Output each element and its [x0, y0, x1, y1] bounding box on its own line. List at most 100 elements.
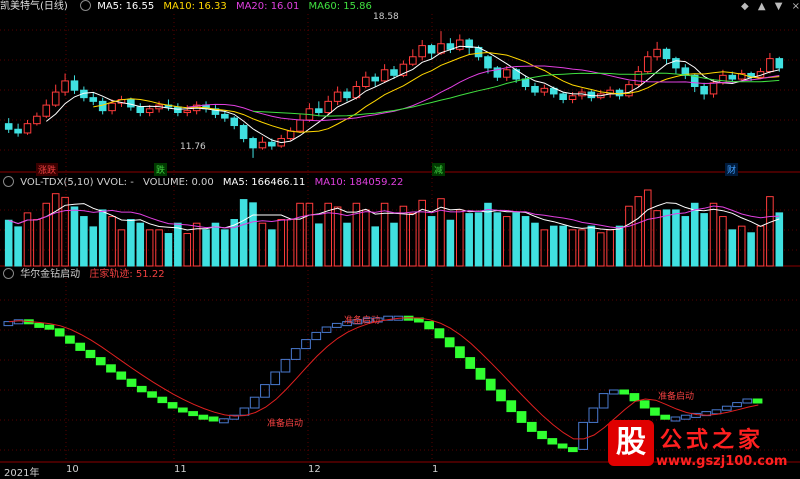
event-tag[interactable]: 跌: [154, 163, 168, 176]
candle: [258, 141, 267, 149]
indicator-block: [485, 378, 496, 391]
indicator-block: [44, 324, 55, 330]
watermark-logo: 股: [608, 420, 654, 466]
volume-bar: [747, 232, 755, 267]
candle: [455, 39, 464, 50]
volume-bar: [690, 202, 699, 267]
event-tag[interactable]: 财: [725, 163, 739, 176]
indicator-block: [742, 398, 753, 404]
x-axis-label: 1: [432, 464, 439, 475]
volume-bar: [455, 209, 464, 267]
volume-bar: [756, 225, 765, 267]
candle: [268, 141, 276, 147]
volume-bar: [531, 222, 539, 267]
high-price-label: 18.58: [373, 12, 399, 22]
indicator-settings-icon[interactable]: [3, 268, 14, 279]
indicator-block: [444, 337, 455, 348]
volume-bar: [700, 213, 708, 267]
volume-bar: [709, 202, 718, 267]
indicator-block: [455, 346, 465, 359]
indicator-block: [321, 326, 332, 333]
indicator-block: [496, 389, 506, 402]
volume-bar: [4, 219, 13, 267]
indicator-block: [95, 357, 106, 366]
volume-bar: [315, 223, 323, 267]
candle: [70, 80, 79, 91]
candle: [23, 123, 32, 134]
volume-bar: [615, 225, 624, 267]
candle: [127, 99, 135, 108]
volume-bar: [89, 226, 98, 267]
candle: [333, 91, 342, 102]
candle: [502, 69, 511, 78]
volume-bar: [446, 219, 455, 267]
indicator-block: [465, 357, 476, 369]
candle: [719, 74, 727, 84]
candle: [286, 130, 295, 140]
volume-title: VOL-TDX(5,10) VVOL: -: [20, 177, 134, 188]
indicator-block: [506, 400, 517, 413]
ma10-label: MA10: 16.33: [163, 1, 227, 12]
volume-bar: [728, 229, 737, 267]
indicator-block: [260, 384, 270, 398]
indicator-block: [619, 389, 630, 395]
x-axis-label: 2021年: [4, 468, 40, 479]
down-arrow-icon[interactable]: ▼: [775, 1, 783, 12]
candle: [625, 84, 633, 97]
diamond-icon[interactable]: ◆: [741, 1, 749, 12]
volume-bar: [80, 216, 88, 267]
volume-bar: [202, 229, 210, 267]
indicator-block: [106, 364, 116, 373]
event-tag[interactable]: 涨跌: [36, 163, 59, 176]
volume-bar: [108, 216, 116, 267]
candle: [634, 71, 643, 86]
watermark-title: 公式之家: [660, 427, 765, 453]
close-icon[interactable]: ×: [792, 1, 800, 12]
volume-bar: [390, 222, 398, 267]
candle: [672, 58, 680, 69]
candle: [230, 117, 239, 127]
volume-bar: [427, 216, 436, 267]
indicator-block: [650, 407, 660, 416]
candle: [145, 108, 154, 114]
volume-bar: [409, 213, 417, 267]
indicator-title: 华尔金钻启动: [20, 269, 81, 280]
indicator-block: [680, 414, 691, 420]
signal-label: 准备启动: [344, 316, 381, 326]
settings-icon[interactable]: [80, 0, 91, 11]
volume-settings-icon[interactable]: [3, 176, 14, 187]
volume-bar: [343, 222, 351, 267]
indicator-block: [219, 418, 229, 424]
candle: [174, 106, 182, 114]
candle: [4, 123, 13, 130]
x-axis-label: 11: [174, 464, 187, 475]
indicator-block: [208, 416, 219, 422]
indicator-block: [34, 322, 45, 328]
volume-bar: [296, 202, 304, 267]
indicator-block: [301, 339, 311, 350]
volume-bar: [371, 226, 379, 267]
candle: [709, 82, 718, 95]
candle: [521, 78, 530, 87]
volume-bar: [221, 229, 229, 267]
indicator-block: [198, 414, 209, 420]
chart-canvas: [0, 14, 800, 463]
indicator-block: [270, 371, 281, 386]
volume-bar: [333, 206, 342, 267]
volume-bar: [634, 196, 643, 267]
indicator-block: [147, 391, 157, 398]
volume-bar: [681, 216, 690, 267]
volume-panel: [4, 189, 784, 267]
indicator-block: [75, 342, 86, 351]
candle: [362, 76, 370, 87]
indicator-block: [557, 443, 568, 449]
indicator-block: [567, 447, 578, 453]
volume-bar: [643, 189, 652, 267]
indicator-block: [609, 389, 619, 395]
indicator-block: [660, 414, 671, 420]
volume-bar: [145, 229, 154, 267]
event-tag[interactable]: 减: [432, 163, 446, 176]
up-arrow-icon[interactable]: ▲: [758, 1, 766, 12]
volume-ma10: MA10: 184059.22: [314, 177, 404, 188]
volume-bar: [559, 225, 567, 267]
